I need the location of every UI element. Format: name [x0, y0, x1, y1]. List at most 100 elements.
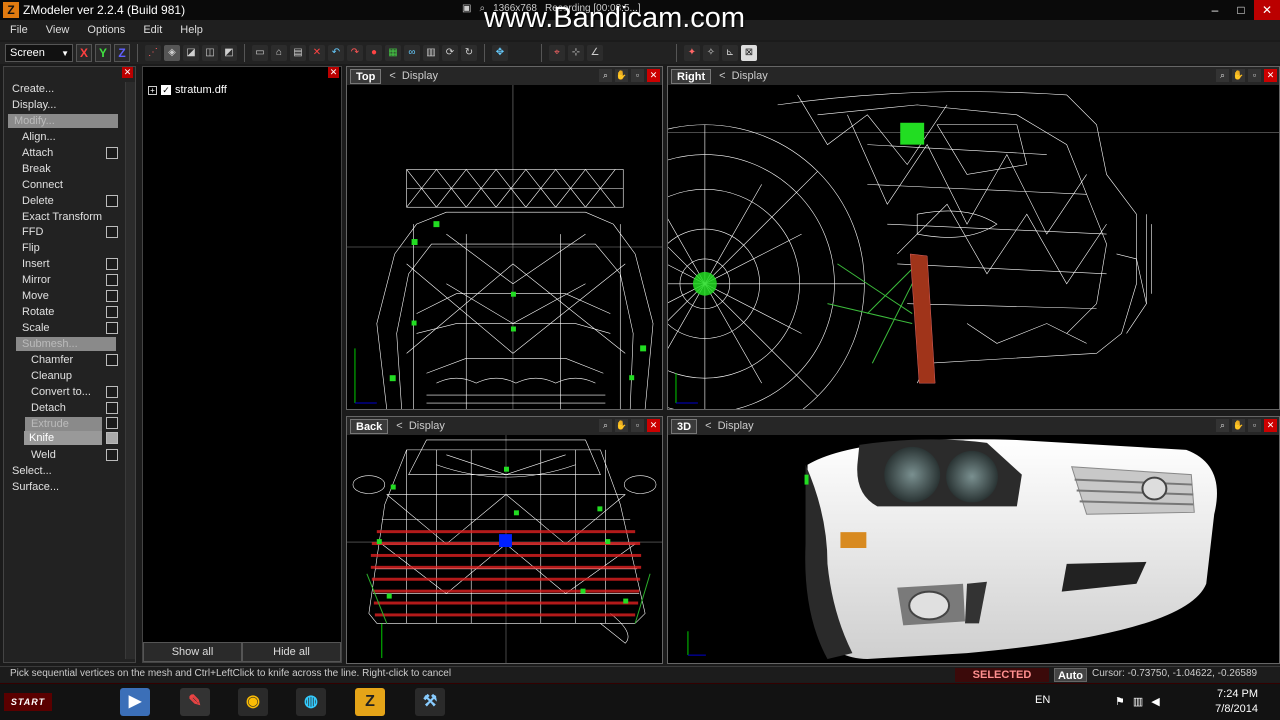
convert-to-checkbox[interactable]: [106, 386, 118, 398]
close-button[interactable]: ✕: [1254, 0, 1280, 20]
material-sphere-icon[interactable]: ●: [366, 45, 382, 61]
cycle-icon[interactable]: ↻: [461, 45, 477, 61]
object-tree-item[interactable]: + ✓ stratum.dff: [148, 84, 227, 96]
pan-hand-icon[interactable]: ✋: [615, 69, 628, 82]
axis-y-toggle[interactable]: Y: [95, 44, 111, 62]
delete-icon[interactable]: ✕: [309, 45, 325, 61]
viewport-close-icon[interactable]: ✕: [1264, 69, 1277, 82]
transform-icon[interactable]: ✥: [492, 45, 508, 61]
box-select-icon[interactable]: ⊠: [741, 45, 757, 61]
open-file-icon[interactable]: ⌂: [271, 45, 287, 61]
cmd-display[interactable]: Display...: [12, 99, 56, 111]
pan-hand-icon[interactable]: ✋: [615, 419, 628, 432]
snap-icon[interactable]: ⌖: [549, 45, 565, 61]
document-icon[interactable]: ▥: [423, 45, 439, 61]
cmd-exact-transform[interactable]: Exact Transform: [22, 211, 102, 223]
menu-edit[interactable]: Edit: [143, 24, 162, 36]
viewport-back[interactable]: Back < Display ⌕ ✋ ▫ ✕: [346, 416, 663, 664]
viewport-canvas[interactable]: [347, 435, 662, 663]
select-submesh-icon[interactable]: ◫: [202, 45, 218, 61]
cmd-convert-to[interactable]: Convert to...: [31, 386, 91, 398]
chrome-icon[interactable]: ◉: [238, 688, 268, 716]
attach-checkbox[interactable]: [106, 147, 118, 159]
viewport-3d[interactable]: 3D < Display ⌕ ✋ ▫ ✕: [667, 416, 1280, 664]
texture-icon[interactable]: ▦: [385, 45, 401, 61]
minimize-button[interactable]: –: [1202, 0, 1228, 20]
redo-icon[interactable]: ↷: [347, 45, 363, 61]
cmd-mirror[interactable]: Mirror: [22, 274, 51, 286]
zmodeler-taskbar-icon[interactable]: Z: [355, 688, 385, 716]
viewport-display-menu[interactable]: < Display: [719, 70, 768, 82]
select-object-icon[interactable]: ◪: [183, 45, 199, 61]
viewport-canvas[interactable]: [668, 435, 1279, 663]
cmd-connect[interactable]: Connect: [22, 179, 63, 191]
hide-all-button[interactable]: Hide all: [242, 642, 341, 662]
tool-app-icon[interactable]: ⚒: [415, 688, 445, 716]
cmd-insert[interactable]: Insert: [22, 258, 50, 270]
start-button[interactable]: START: [4, 693, 52, 711]
panel-close-icon[interactable]: ✕: [122, 67, 133, 78]
undo-icon[interactable]: ↶: [328, 45, 344, 61]
cmd-ffd[interactable]: FFD: [22, 226, 43, 238]
angle-snap-icon[interactable]: ∠: [587, 45, 603, 61]
delete-checkbox[interactable]: [106, 195, 118, 207]
cmd-detach[interactable]: Detach: [31, 402, 66, 414]
new-file-icon[interactable]: ▭: [252, 45, 268, 61]
select-group-icon[interactable]: ◩: [221, 45, 237, 61]
viewport-name[interactable]: Back: [350, 418, 389, 434]
cmd-attach[interactable]: Attach: [22, 147, 53, 159]
paint-tool-icon[interactable]: ✎: [180, 688, 210, 716]
axis-helper-icon[interactable]: ⊾: [722, 45, 738, 61]
knife-checkbox[interactable]: [106, 432, 118, 444]
maximize-button[interactable]: □: [1228, 0, 1254, 20]
axis-x-toggle[interactable]: X: [76, 44, 92, 62]
refresh-icon[interactable]: ⟳: [442, 45, 458, 61]
viewport-canvas[interactable]: [668, 85, 1279, 409]
cmd-select[interactable]: Select...: [12, 465, 52, 477]
cmd-knife[interactable]: Knife: [24, 431, 102, 445]
axis-z-toggle[interactable]: Z: [114, 44, 130, 62]
save-file-icon[interactable]: ▤: [290, 45, 306, 61]
panel-close-icon[interactable]: ✕: [328, 67, 339, 78]
expand-icon[interactable]: +: [148, 85, 157, 95]
zoom-icon[interactable]: ⌕: [1216, 69, 1229, 82]
viewport-display-menu[interactable]: < Display: [396, 420, 445, 432]
rotate-checkbox[interactable]: [106, 306, 118, 318]
zoom-icon[interactable]: ⌕: [1216, 419, 1229, 432]
extrude-checkbox[interactable]: [106, 417, 118, 429]
move-checkbox[interactable]: [106, 290, 118, 302]
pan-hand-icon[interactable]: ✋: [1232, 419, 1245, 432]
maximize-viewport-icon[interactable]: ▫: [1248, 69, 1261, 82]
viewport-right[interactable]: Right < Display ⌕ ✋ ▫ ✕: [667, 66, 1280, 410]
viewport-close-icon[interactable]: ✕: [1264, 419, 1277, 432]
coordinate-mode-select[interactable]: Screen ▼: [5, 44, 73, 62]
ffd-checkbox[interactable]: [106, 226, 118, 238]
detach-checkbox[interactable]: [106, 402, 118, 414]
select-polygon-icon[interactable]: ◈: [164, 45, 180, 61]
grid-snap-icon[interactable]: ⊹: [568, 45, 584, 61]
media-player-icon[interactable]: ▶: [120, 688, 150, 716]
visibility-checkbox[interactable]: ✓: [161, 85, 171, 95]
render-icon[interactable]: ✦: [684, 45, 700, 61]
link-icon[interactable]: ∞: [404, 45, 420, 61]
select-vertex-icon[interactable]: ⋰: [145, 45, 161, 61]
viewport-name[interactable]: Top: [350, 68, 382, 84]
mirror-checkbox[interactable]: [106, 274, 118, 286]
maximize-viewport-icon[interactable]: ▫: [631, 419, 644, 432]
insert-checkbox[interactable]: [106, 258, 118, 270]
network-tool-icon[interactable]: ◍: [296, 688, 326, 716]
cmd-align[interactable]: Align...: [22, 131, 56, 143]
pan-hand-icon[interactable]: ✋: [1232, 69, 1245, 82]
cmd-create[interactable]: Create...: [12, 83, 54, 95]
chamfer-checkbox[interactable]: [106, 354, 118, 366]
menu-help[interactable]: Help: [180, 24, 203, 36]
viewport-name[interactable]: 3D: [671, 418, 698, 434]
cmd-cleanup[interactable]: Cleanup: [31, 370, 72, 382]
scale-checkbox[interactable]: [106, 322, 118, 334]
cmd-chamfer[interactable]: Chamfer: [31, 354, 73, 366]
zoom-icon[interactable]: ⌕: [599, 69, 612, 82]
cmd-surface[interactable]: Surface...: [12, 481, 59, 493]
cmd-delete[interactable]: Delete: [22, 195, 54, 207]
cmd-weld[interactable]: Weld: [31, 449, 56, 461]
zoom-icon[interactable]: ⌕: [599, 419, 612, 432]
